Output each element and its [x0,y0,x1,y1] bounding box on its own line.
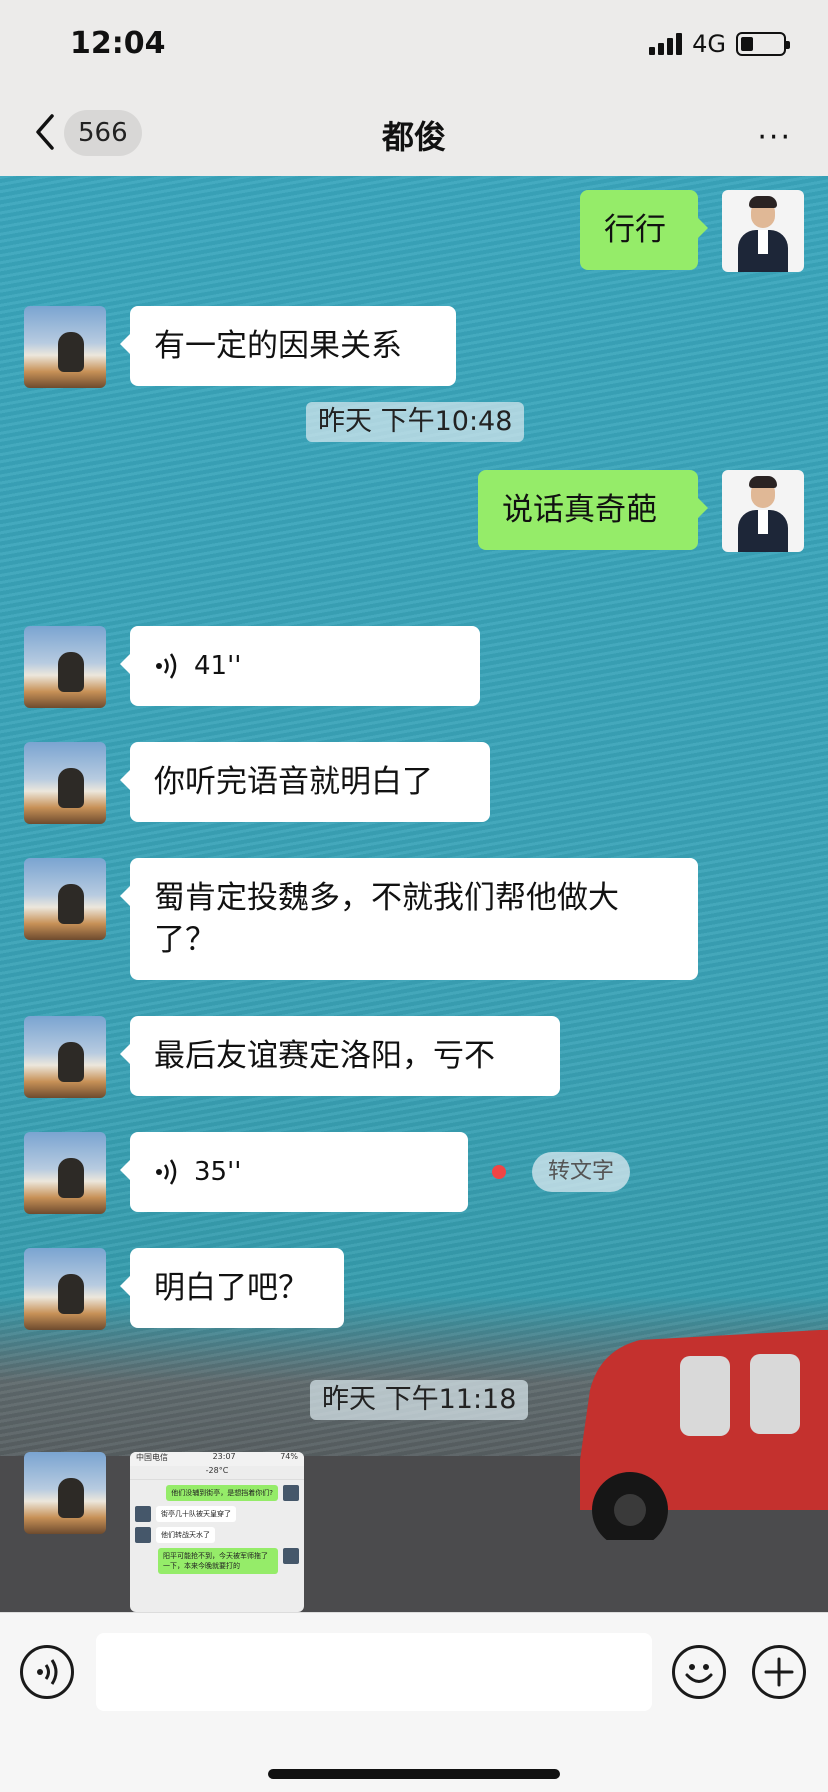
home-indicator [268,1769,560,1779]
contact-avatar[interactable] [24,1016,106,1098]
contact-avatar[interactable] [24,1132,106,1214]
status-icons: 4G [649,30,790,58]
emoji-button[interactable] [672,1645,726,1699]
chat-title: 都俊 [381,118,446,156]
voice-message-bubble[interactable]: 41'' [120,626,480,706]
more-icon[interactable]: ··· [757,120,792,155]
contact-avatar[interactable] [24,1248,106,1330]
message-bubble-incoming[interactable]: 你听完语音就明白了 [120,742,490,822]
thumb-line: 阳平可能抢不到，今天被军师拖了一下，本来今晚就要打的 [135,1548,299,1574]
top-bar: 12:04 4G 566 都俊 ··· [0,0,828,176]
thumb-status-bar: 中国电信 23:07 74% [130,1452,304,1466]
message-bubble-incoming[interactable]: 最后友谊赛定洛阳，亏不 [120,1016,560,1096]
voice-wave-icon [37,1659,58,1685]
smiley-icon [685,1664,713,1683]
message-bubble-incoming[interactable]: 蜀肯定投魏多，不就我们帮他做大了？ [120,858,698,980]
chat-area[interactable]: 行行 有一定的因果关系 昨天 下午10:48 说话真奇葩 41'' 你听完语音就… [0,176,828,1612]
voice-wave-icon [156,653,177,679]
thumb-title: -28°C [130,1466,304,1480]
network-label: 4G [692,30,726,58]
voice-duration: 41'' [194,651,242,681]
voice-message-bubble[interactable]: 35'' [120,1132,468,1212]
message-bubble-incoming[interactable]: 明白了吧？ [120,1248,344,1328]
thumb-line: 他们没辅到街亭，是想挡着你们? [135,1485,299,1501]
thumb-line: 街亭几十队被天皇穿了 [135,1506,299,1522]
contact-avatar[interactable] [24,858,106,940]
plus-icon [764,1657,794,1687]
contact-avatar[interactable] [24,306,106,388]
unread-voice-dot [492,1165,506,1179]
voice-wave-icon [156,1159,177,1185]
more-functions-button[interactable] [752,1645,806,1699]
signal-icon [649,33,683,55]
message-bubble-incoming[interactable]: 有一定的因果关系 [120,306,456,386]
voice-input-button[interactable] [20,1645,74,1699]
battery-icon [736,32,790,56]
image-message-thumbnail[interactable]: 中国电信 23:07 74% -28°C 他们没辅到街亭，是想挡着你们? 街亭几… [130,1452,304,1612]
convert-to-text-button[interactable]: 转文字 [532,1152,631,1192]
my-avatar[interactable] [722,470,804,552]
my-avatar[interactable] [722,190,804,272]
message-bubble-outgoing[interactable]: 说话真奇葩 [478,470,708,550]
message-bubble-outgoing[interactable]: 行行 [580,190,708,270]
contact-avatar[interactable] [24,626,106,708]
voice-duration: 35'' [194,1157,242,1187]
background-car-illustration [580,1330,828,1540]
timestamp: 昨天 下午11:18 [310,1380,529,1420]
message-input[interactable] [96,1633,652,1711]
contact-avatar[interactable] [24,742,106,824]
contact-avatar[interactable] [24,1452,106,1534]
input-bar [0,1612,828,1792]
status-time: 12:04 [70,26,166,61]
thumb-line: 他们转战天水了 [135,1527,299,1543]
timestamp: 昨天 下午10:48 [306,402,525,442]
